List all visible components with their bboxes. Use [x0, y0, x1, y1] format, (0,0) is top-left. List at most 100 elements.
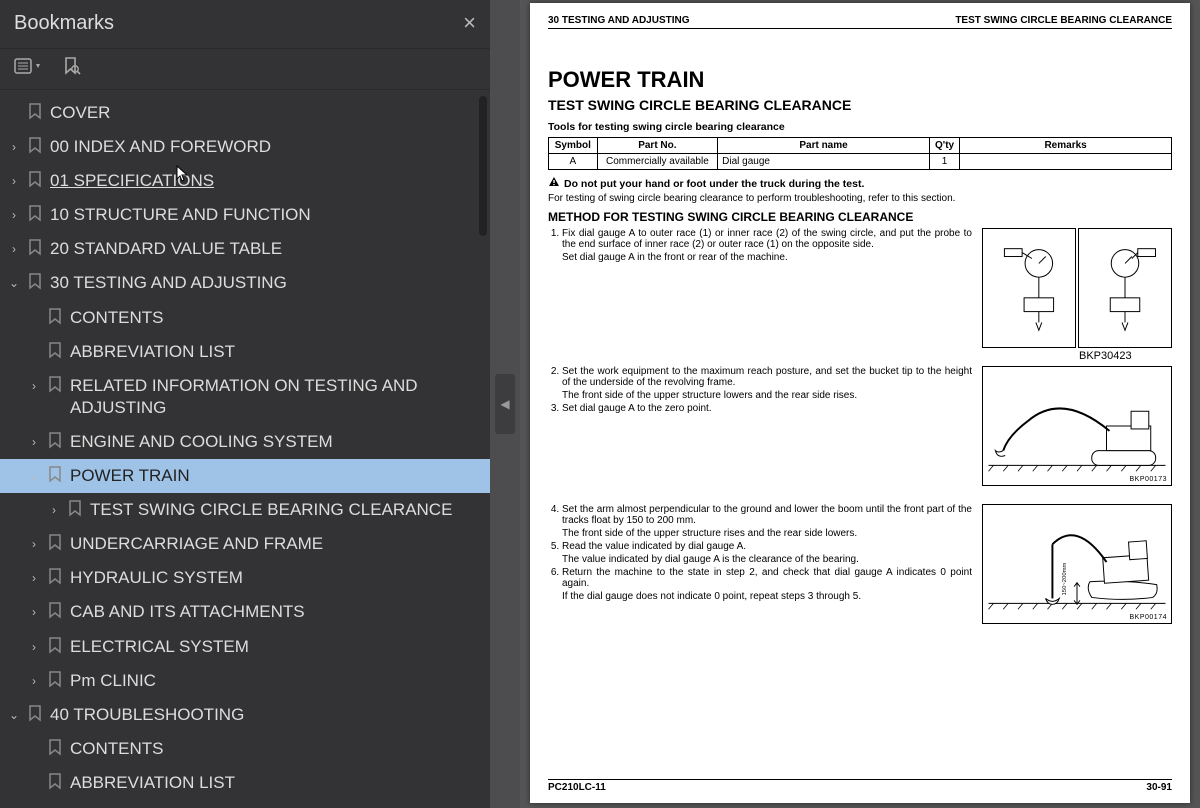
arrow-spacer — [4, 102, 24, 106]
bookmark-label: COVER — [46, 102, 482, 124]
sidebar-toolbar — [0, 48, 490, 90]
chevron-right-icon[interactable]: › — [4, 204, 24, 224]
bookmark-icon — [24, 204, 46, 222]
bookmark-item[interactable]: › UNDERCARRIAGE AND FRAME — [0, 527, 490, 561]
gauge-diagram-icon — [1079, 229, 1171, 347]
bookmark-item[interactable]: › TEST SWING CIRCLE BEARING CLEARANCE — [0, 493, 490, 527]
bookmark-label: 40 TROUBLESHOOTING — [46, 704, 482, 726]
arrow-spacer — [24, 772, 44, 776]
bookmark-item[interactable]: ABBREVIATION LIST — [0, 335, 490, 369]
step-4a: Set the arm almost perpendicular to the … — [562, 504, 972, 526]
step-4b: The front side of the upper structure ri… — [562, 528, 972, 539]
bookmark-item[interactable]: ›00 INDEX AND FOREWORD — [0, 130, 490, 164]
chevron-right-icon[interactable]: › — [4, 170, 24, 190]
svg-text:150~200mm: 150~200mm — [1062, 562, 1068, 595]
excavator-reach-icon — [983, 367, 1171, 485]
bookmark-item[interactable]: › Pm CLINIC — [0, 664, 490, 698]
th-symbol: Symbol — [549, 138, 598, 154]
th-remarks: Remarks — [960, 138, 1172, 154]
options-icon[interactable] — [14, 56, 44, 76]
bookmark-label: ABBREVIATION LIST — [66, 772, 482, 794]
bookmark-label: CONTENTS — [66, 738, 482, 760]
bookmark-label: TEST SWING CIRCLE BEARING CLEARANCE — [86, 499, 482, 521]
bookmark-icon — [44, 341, 66, 359]
collapse-gutter[interactable]: ◀ — [490, 0, 520, 808]
chevron-right-icon[interactable]: › — [44, 499, 64, 519]
bookmark-item[interactable]: ›ENGINE AND COOLING SYSTEM — [0, 425, 490, 459]
page-viewer[interactable]: 30 TESTING AND ADJUSTING TEST SWING CIRC… — [520, 0, 1200, 808]
chevron-down-icon[interactable]: ⌄ — [4, 272, 24, 292]
chevron-down-icon[interactable]: ⌄ — [24, 465, 44, 485]
note-line: For testing of swing circle bearing clea… — [548, 193, 1172, 204]
bookmark-item[interactable]: › RELATED INFORMATION ON TESTING AND ADJU… — [0, 369, 490, 425]
chevron-right-icon[interactable]: › — [24, 375, 44, 395]
bookmark-item[interactable]: ⌄30 TESTING AND ADJUSTING — [0, 266, 490, 300]
step-text-3: Set the arm almost perpendicular to the … — [548, 504, 972, 624]
chevron-right-icon[interactable]: › — [4, 238, 24, 258]
chevron-right-icon[interactable]: › — [24, 601, 44, 621]
collapse-handle-icon[interactable]: ◀ — [495, 374, 515, 434]
chevron-right-icon[interactable]: › — [24, 636, 44, 656]
bookmark-tree[interactable]: COVER ›00 INDEX AND FOREWORD›01 SPECIFICA… — [0, 90, 490, 808]
bookmark-label: ABBREVIATION LIST — [66, 341, 482, 363]
bookmark-label: Pm CLINIC — [66, 670, 482, 692]
bookmark-item[interactable]: ⌄ 40 TROUBLESHOOTING — [0, 698, 490, 732]
bookmark-item[interactable]: CONTENTS — [0, 301, 490, 335]
step-5a: Read the value indicated by dial gauge A… — [562, 541, 746, 552]
chevron-right-icon[interactable]: › — [24, 431, 44, 451]
th-qty: Q'ty — [929, 138, 959, 154]
bookmark-label: 20 STANDARD VALUE TABLE — [46, 238, 482, 260]
chevron-down-icon[interactable]: ⌄ — [4, 704, 24, 724]
bookmark-icon — [44, 375, 66, 393]
sidebar-header: Bookmarks × — [0, 0, 490, 48]
step-2b: The front side of the upper structure lo… — [562, 390, 972, 401]
figure-2: BKP00173 — [982, 366, 1172, 486]
method-heading: METHOD FOR TESTING SWING CIRCLE BEARING … — [548, 210, 1172, 224]
step-block-1: Fix dial gauge A to outer race (1) or in… — [548, 228, 1172, 348]
step-3: Set dial gauge A to the zero point. — [562, 403, 712, 414]
bookmark-item[interactable]: ›HYDRAULIC SYSTEM — [0, 561, 490, 595]
bookmark-item[interactable]: COVER — [0, 96, 490, 130]
bookmark-label: UNDERCARRIAGE AND FRAME — [66, 533, 482, 555]
td-qty: 1 — [929, 154, 959, 170]
bookmark-item[interactable]: CONTENTS — [0, 732, 490, 766]
bookmark-item[interactable]: ›ELECTRICAL SYSTEM — [0, 630, 490, 664]
chevron-right-icon[interactable]: › — [4, 136, 24, 156]
th-partno: Part No. — [597, 138, 718, 154]
footer-right: 30-91 — [1146, 782, 1172, 793]
figure-id-3: BKP00174 — [1130, 614, 1167, 621]
bookmark-item[interactable]: ABBREVIATION LIST — [0, 766, 490, 800]
tree-scrollbar[interactable] — [476, 90, 490, 808]
footer-left: PC210LC-11 — [548, 782, 606, 793]
bookmark-icon — [24, 136, 46, 154]
chevron-right-icon[interactable]: › — [24, 533, 44, 553]
step-2a: Set the work equipment to the maximum re… — [562, 366, 972, 388]
bookmark-item[interactable]: ⌄POWER TRAIN — [0, 459, 490, 493]
page-h2: TEST SWING CIRCLE BEARING CLEARANCE — [548, 97, 1172, 113]
page-running-header: 30 TESTING AND ADJUSTING TEST SWING CIRC… — [548, 15, 1172, 29]
bookmark-item[interactable]: › 20 STANDARD VALUE TABLE — [0, 232, 490, 266]
bookmark-icon — [44, 533, 66, 551]
figure-id-1: BKP30423 — [1079, 350, 1132, 362]
sidebar-title: Bookmarks — [14, 12, 463, 35]
arrow-spacer — [24, 307, 44, 311]
step-text-1: Fix dial gauge A to outer race (1) or in… — [548, 228, 972, 348]
scrollbar-thumb[interactable] — [479, 96, 487, 236]
tools-table: Symbol Part No. Part name Q'ty Remarks A… — [548, 137, 1172, 170]
step-block-3: Set the arm almost perpendicular to the … — [548, 504, 1172, 624]
bookmark-item[interactable]: ›10 STRUCTURE AND FUNCTION — [0, 198, 490, 232]
step-5b: The value indicated by dial gauge A is t… — [562, 554, 972, 565]
step-1a: Fix dial gauge A to outer race (1) or in… — [562, 228, 972, 250]
bookmark-item[interactable]: ›CAB AND ITS ATTACHMENTS — [0, 595, 490, 629]
bookmark-item[interactable]: ›01 SPECIFICATIONS — [0, 164, 490, 198]
chevron-right-icon[interactable]: › — [24, 567, 44, 587]
bookmark-label: RELATED INFORMATION ON TESTING AND ADJUS… — [66, 375, 482, 419]
chevron-right-icon[interactable]: › — [24, 670, 44, 690]
bookmark-icon — [44, 601, 66, 619]
close-icon[interactable]: × — [463, 10, 476, 36]
find-bookmark-icon[interactable] — [60, 55, 82, 77]
bookmark-icon — [64, 499, 86, 517]
page-h1: POWER TRAIN — [548, 67, 1172, 93]
step-6b: If the dial gauge does not indicate 0 po… — [562, 591, 972, 602]
arrow-spacer — [24, 738, 44, 742]
